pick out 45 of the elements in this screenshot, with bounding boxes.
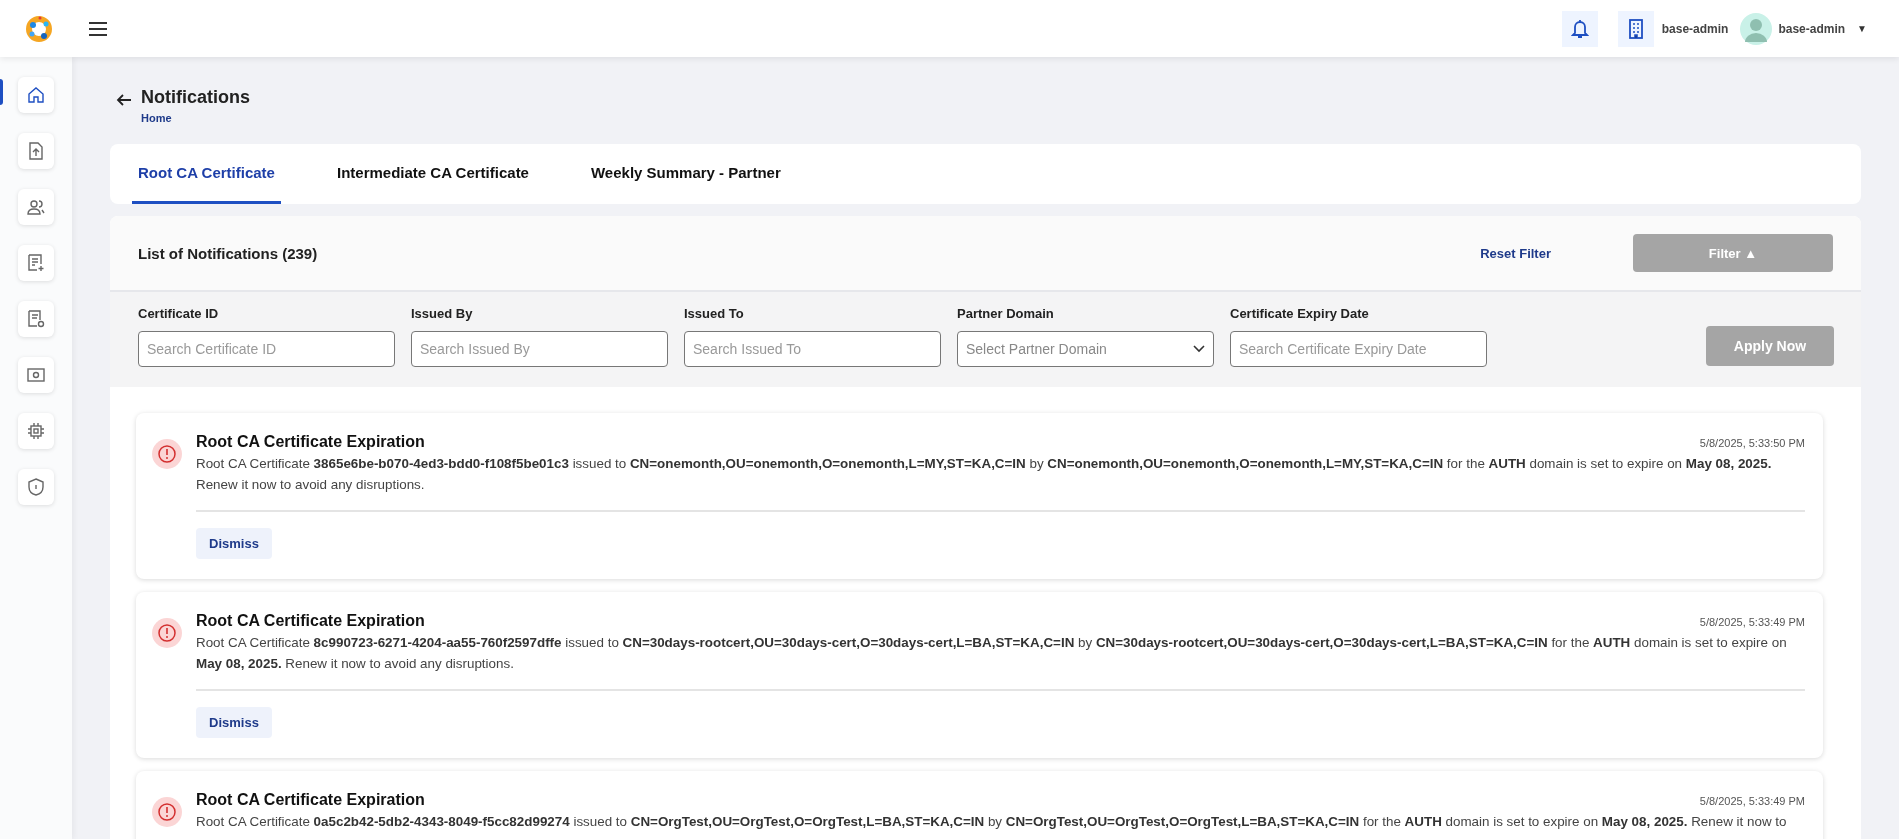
breadcrumb-link[interactable]: Home	[141, 112, 172, 124]
dismiss-button[interactable]: Dismiss	[196, 706, 272, 738]
select-field[interactable]: Select Partner Domain	[957, 331, 1214, 367]
timestamp: 5/8/2025, 5:33:50 PM	[1699, 437, 1805, 449]
search-field[interactable]: Search Issued To	[684, 331, 941, 367]
search-field[interactable]: Search Certificate ID	[138, 331, 395, 367]
notification-message: Root CA Certificate 0a5c2b42-5db2-4343-8049-f5cc82d99274 issued to CN=OrgTest,OU=OrgTest,O=OrgTest,L=BA,ST=KA,C=IN by CN=OrgTest,OU=OrgTest,O=OrgTest,L=BA,ST=KA,C=IN for the AUTH domain is set to expire on May 08, 2025. Renew it now to	[196, 812, 1788, 831]
shield-icon[interactable]	[18, 469, 54, 505]
caret-icon[interactable]: ▼	[1857, 23, 1867, 34]
alert-icon	[152, 617, 182, 648]
list-title: List of Notifications (239)	[138, 244, 319, 262]
list-add-icon[interactable]	[18, 245, 54, 281]
tenant-name: base-admin	[1661, 21, 1729, 36]
page-title: Notifications	[141, 87, 250, 108]
filter-label: Certificate Expiry Date	[1230, 306, 1370, 321]
filter-label: Certificate ID	[138, 306, 220, 321]
alert-icon	[152, 796, 182, 827]
users-icon[interactable]	[18, 189, 54, 225]
notification-message: Root CA Certificate 3865e6be-b070-4ed3-bdd0-f108f5be01c3 issued to CN=onemonth,OU=onemonth,O=onemonth,L=MY,ST=KA,C=IN by CN=onemonth,OU=onemonth,O=onemonth,L=MY,ST=KA,C=IN for the AUTH domain is set to expire on May 08, 2025. Renew it now to avoid any disruptions.	[196, 455, 1773, 495]
timestamp: 5/8/2025, 5:33:49 PM	[1699, 794, 1805, 807]
chip-icon[interactable]	[18, 413, 54, 449]
chevron-down-icon	[1193, 345, 1205, 353]
notification-bell-icon[interactable]	[1561, 10, 1598, 47]
notification-title: Root CA Certificate Expiration	[196, 433, 425, 451]
filter-label: Partner Domain	[957, 306, 1055, 321]
filter-label: Issued To	[684, 306, 745, 321]
notification-title: Root CA Certificate Expiration	[196, 611, 425, 630]
alert-icon	[152, 439, 182, 469]
back-arrow-icon[interactable]	[116, 94, 132, 106]
building-icon[interactable]	[1617, 10, 1654, 47]
filter-label: Issued By	[411, 306, 474, 321]
search-field[interactable]: Search Issued By	[411, 331, 668, 367]
notification-title: Root CA Certificate Expiration	[196, 790, 425, 809]
search-field[interactable]: Search Certificate Expiry Date	[1230, 331, 1487, 367]
logo-icon[interactable]	[25, 14, 53, 43]
tab[interactable]: Root CA Certificate	[132, 144, 281, 204]
file-upload-icon[interactable]	[18, 133, 54, 169]
user-name[interactable]: base-admin	[1778, 21, 1846, 36]
notification-message: Root CA Certificate 8c990723-6271-4204-aa55-760f2597dffe issued to CN=30days-rootcert,OU=30days-cert,O=30days-cert,L=BA,ST=KA,C=IN by CN=30days-rootcert,OU=30days-cert,O=30days-cert,L=BA,ST=KA,C=IN for the AUTH domain is set to expire on May 08, 2025. Renew it now to avoid any disruptions.	[196, 633, 1788, 674]
reset-filter-link[interactable]: Reset Filter	[1480, 245, 1551, 261]
tab[interactable]: Weekly Summary - Partner	[584, 144, 787, 204]
home-icon[interactable]	[18, 77, 54, 113]
timestamp: 5/8/2025, 5:33:49 PM	[1699, 615, 1805, 628]
tab[interactable]: Intermediate CA Certificate	[330, 144, 535, 204]
dismiss-button[interactable]: Dismiss	[196, 527, 272, 559]
